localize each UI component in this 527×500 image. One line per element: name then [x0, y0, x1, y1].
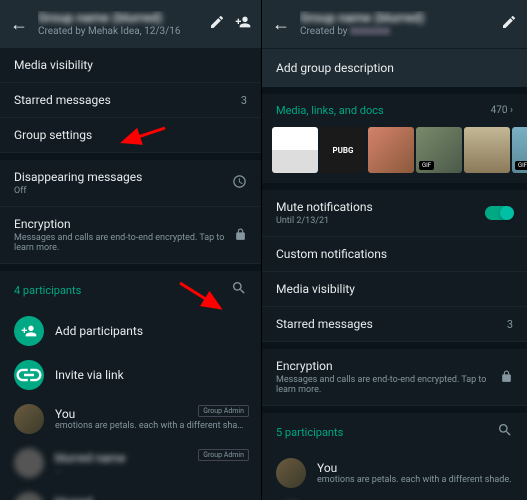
admin-badge: Group Admin	[198, 405, 249, 417]
media-thumb[interactable]: GIF	[416, 127, 462, 173]
row-sub: Messages and calls are end-to-end encryp…	[14, 233, 234, 253]
row-label: Mute notifications	[276, 200, 373, 214]
participant-you-row[interactable]: You emotions are petals. each with a dif…	[262, 451, 527, 495]
header-title-block[interactable]: Group name (blurred) Created by	[300, 11, 491, 37]
media-thumb[interactable]	[368, 127, 414, 173]
participant-row[interactable]: blurred ...	[0, 485, 261, 500]
divider	[262, 342, 527, 349]
encryption-row[interactable]: Encryption Messages and calls are end-to…	[262, 349, 527, 406]
participants-count: 5 participants	[276, 426, 343, 439]
row-label: Group settings	[14, 128, 247, 142]
avatar	[14, 404, 44, 434]
lock-icon	[234, 226, 247, 245]
participants-header: 4 participants	[0, 271, 261, 309]
gif-badge: GIF	[419, 161, 434, 170]
starred-count: 3	[507, 318, 513, 331]
participant-status: ...	[55, 465, 247, 475]
add-person-icon[interactable]	[235, 14, 251, 34]
row-label: Encryption	[14, 217, 234, 231]
avatar	[14, 492, 44, 500]
participant-you-row[interactable]: You emotions are petals. each with a dif…	[0, 397, 261, 441]
row-label: Media visibility	[14, 58, 247, 72]
header-bar: ← Group name (blurred) Created by Mehak …	[0, 0, 261, 48]
avatar	[276, 458, 306, 488]
row-label: Custom notifications	[276, 247, 513, 261]
media-thumb[interactable]: GIF	[512, 127, 527, 173]
row-sub: Off	[14, 186, 142, 196]
starred-messages-row[interactable]: Starred messages 3	[0, 83, 261, 118]
search-icon[interactable]	[231, 280, 247, 300]
group-subtitle: Created by Mehak Idea, 12/3/16	[38, 26, 199, 37]
back-arrow-icon[interactable]: ←	[10, 14, 28, 35]
participant-row[interactable]: blurred name ... Group Admin	[0, 441, 261, 485]
media-visibility-row[interactable]: Media visibility	[262, 272, 527, 307]
row-label: Disappearing messages	[14, 170, 142, 184]
search-icon[interactable]	[497, 422, 513, 442]
media-links-docs-row[interactable]: Media, links, and docs 470 ›	[262, 94, 527, 127]
disappearing-messages-row[interactable]: Disappearing messages Off	[0, 160, 261, 207]
row-label: Encryption	[276, 359, 500, 373]
starred-messages-row[interactable]: Starred messages 3	[262, 307, 527, 342]
group-title: Group name (blurred)	[38, 11, 199, 26]
divider	[262, 183, 527, 190]
participant-status: emotions are petals. each with a differe…	[317, 475, 513, 485]
add-participants-row[interactable]: Add participants	[0, 309, 261, 353]
media-count: 470 ›	[491, 105, 513, 116]
lock-icon	[500, 368, 513, 387]
divider	[262, 87, 527, 94]
edit-icon[interactable]	[209, 14, 225, 34]
media-thumb[interactable]	[464, 127, 510, 173]
row-label: Media visibility	[276, 282, 513, 296]
participant-name: blurred	[55, 495, 247, 500]
row-label: Add participants	[55, 324, 247, 338]
group-settings-row[interactable]: Group settings	[0, 118, 261, 153]
participants-header: 5 participants	[262, 413, 527, 451]
group-description-row[interactable]: Add group description	[262, 49, 527, 87]
starred-count: 3	[241, 94, 247, 107]
encryption-row[interactable]: Encryption Messages and calls are end-to…	[0, 207, 261, 264]
mute-toggle[interactable]	[485, 206, 513, 220]
invite-via-link-row[interactable]: Invite via link	[0, 353, 261, 397]
divider	[0, 264, 261, 271]
back-arrow-icon[interactable]: ←	[272, 14, 290, 35]
media-thumb[interactable]: PUBG	[320, 127, 366, 173]
row-label: Starred messages	[276, 317, 373, 331]
group-subtitle: Created by	[300, 26, 491, 37]
header-title-block[interactable]: Group name (blurred) Created by Mehak Id…	[38, 11, 199, 37]
media-visibility-row[interactable]: Media visibility	[0, 48, 261, 83]
add-person-avatar-icon	[14, 316, 44, 346]
participants-count: 4 participants	[14, 284, 81, 297]
media-thumbnails[interactable]: PUBG GIF GIF	[262, 127, 527, 183]
group-title: Group name (blurred)	[300, 11, 491, 26]
header-bar: ← Group name (blurred) Created by	[262, 0, 527, 48]
divider	[0, 153, 261, 160]
row-label: Starred messages	[14, 93, 111, 107]
participant-status: emotions are petals. each with a differe…	[55, 421, 247, 431]
avatar	[14, 448, 44, 478]
participant-row[interactable]: blurred If hurts, am I weak or am I stro…	[262, 495, 527, 500]
gif-badge: GIF	[515, 161, 527, 170]
custom-notifications-row[interactable]: Custom notifications	[262, 237, 527, 272]
row-sub: Until 2/13/21	[276, 216, 373, 226]
timer-icon	[232, 174, 247, 193]
media-label: Media, links, and docs	[276, 104, 384, 117]
link-avatar-icon	[14, 360, 44, 390]
participant-name: You	[317, 461, 513, 475]
mute-notifications-row[interactable]: Mute notifications Until 2/13/21	[262, 190, 527, 237]
admin-badge: Group Admin	[198, 449, 249, 461]
row-label: Add group description	[276, 61, 513, 75]
row-label: Invite via link	[55, 368, 247, 382]
media-thumb[interactable]	[272, 127, 318, 173]
edit-icon[interactable]	[501, 14, 517, 34]
divider	[262, 406, 527, 413]
row-sub: Messages and calls are end-to-end encryp…	[276, 375, 500, 395]
